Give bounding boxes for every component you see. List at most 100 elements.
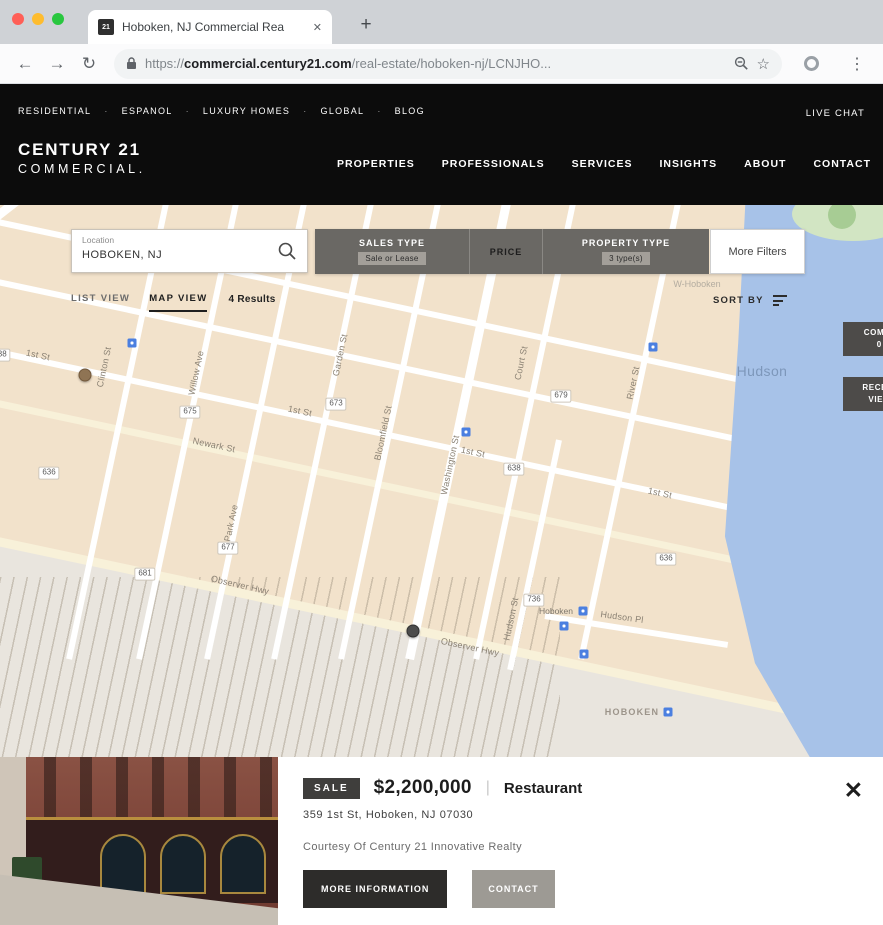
zoom-icon[interactable]	[734, 56, 749, 71]
sales-type-filter[interactable]: SALES TYPE Sale or Lease	[315, 229, 469, 274]
map-label-bloomfield-st: Bloomfield St	[372, 404, 394, 462]
transit-station-icon[interactable]	[559, 621, 569, 631]
century21-logo[interactable]: CENTURY 21 COMMERCIAL.	[18, 140, 146, 176]
transit-station-icon[interactable]	[578, 606, 588, 616]
transit-station-icon[interactable]	[663, 707, 673, 717]
forward-button[interactable]: →	[44, 54, 70, 74]
price-filter[interactable]: PRICE	[470, 229, 542, 274]
map-label-observer-hwy: Observer Hwy	[439, 635, 501, 659]
map-view[interactable]: Clinton St Willow Ave Garden St Park Ave Blo…	[0, 205, 883, 757]
route-shield-675: 675	[179, 405, 201, 419]
sales-type-value-badge: Sale or Lease	[358, 252, 426, 265]
browser-window: 21 Hoboken, NJ Commercial Rea ✕ + ← → ↻ …	[0, 0, 883, 925]
window-close-button[interactable]	[12, 13, 24, 25]
map-label-1st-st: 1st St	[25, 347, 51, 363]
new-tab-button[interactable]: +	[352, 11, 380, 39]
property-photo[interactable]	[0, 757, 278, 925]
map-label-hoboken: Hoboken	[538, 606, 574, 616]
courtesy-text: Courtesy Of Century 21 Innovative Realty	[303, 841, 522, 853]
map-label-1st-st: 1st St	[460, 444, 486, 460]
location-input[interactable]: HOBOKEN, NJ	[82, 249, 162, 261]
map-label-w-hoboken: W-Hoboken	[673, 279, 721, 289]
transit-station-icon[interactable]	[579, 649, 589, 659]
utility-nav-item-luxury-homes[interactable]: LUXURY HOMES	[203, 106, 321, 116]
main-nav: PROPERTIES PROFESSIONALS SERVICES INSIGHTS A…	[337, 158, 871, 170]
route-shield-679: 679	[550, 389, 572, 403]
map-label-clinton-st: Clinton St	[94, 345, 114, 389]
utility-nav-item-global[interactable]: GLOBAL	[321, 106, 395, 116]
route-shield-638: 638	[503, 462, 525, 476]
main-nav-item-insights[interactable]: INSIGHTS	[660, 158, 718, 170]
route-shield-636: 636	[655, 552, 677, 566]
sale-badge: SALE	[303, 777, 360, 799]
map-label-court-st: Court St	[512, 345, 530, 381]
url-path: /real-estate/hoboken-nj/LCNJHO...	[351, 56, 552, 71]
property-map-marker[interactable]	[406, 624, 420, 638]
property-details: SALE $2,200,000 | Restaurant 359 1st St,…	[278, 757, 883, 925]
main-nav-item-properties[interactable]: PROPERTIES	[337, 158, 415, 170]
transit-station-icon[interactable]	[127, 338, 137, 348]
sort-by-control[interactable]: SORT BY	[713, 295, 787, 306]
close-card-icon[interactable]: ✕	[844, 777, 863, 804]
live-chat-button[interactable]: LIVE CHAT	[806, 108, 865, 119]
map-label-newark-st: Newark St	[191, 435, 237, 455]
back-button[interactable]: ←	[12, 54, 38, 74]
main-nav-item-contact[interactable]: CONTACT	[813, 158, 871, 170]
sales-type-label: SALES TYPE	[358, 238, 425, 248]
utility-nav: RESIDENTIALESPANOLLUXURY HOMESGLOBALBLOG	[18, 106, 425, 116]
property-card: SALE $2,200,000 | Restaurant 359 1st St,…	[0, 757, 883, 925]
window-zoom-button[interactable]	[52, 13, 64, 25]
property-address: 359 1st St, Hoboken, NJ 07030	[303, 809, 474, 821]
utility-nav-item-residential[interactable]: RESIDENTIAL	[18, 106, 122, 116]
main-nav-item-about[interactable]: ABOUT	[744, 158, 786, 170]
search-icon[interactable]	[277, 241, 297, 266]
map-label-hudson-pl: Hudson Pl	[599, 609, 645, 625]
tab-close-icon[interactable]: ✕	[313, 21, 322, 34]
url-domain: commercial.century21.com	[184, 56, 352, 71]
utility-nav-item-blog[interactable]: BLOG	[395, 106, 425, 116]
map-label-willow-ave: Willow Ave	[186, 349, 206, 397]
utility-nav-item-espanol[interactable]: ESPANOL	[122, 106, 203, 116]
route-shield-636: 636	[38, 466, 60, 480]
map-label-observer-hwy: Observer Hwy	[209, 573, 271, 597]
logo-line1: CENTURY 21	[18, 140, 141, 159]
reload-button[interactable]: ↻	[76, 54, 102, 74]
location-search-box[interactable]: Location HOBOKEN, NJ	[71, 229, 308, 273]
compare-count: 0 / 4	[876, 340, 883, 349]
bookmark-star-icon[interactable]: ☆	[757, 55, 770, 73]
route-shield-681: 681	[134, 567, 156, 581]
photo-windows	[20, 757, 278, 817]
transit-station-icon[interactable]	[648, 342, 658, 352]
map-labels-layer: Clinton St Willow Ave Garden St Park Ave Blo…	[0, 205, 883, 757]
window-minimize-button[interactable]	[32, 13, 44, 25]
tab-map-view[interactable]: MAP VIEW	[149, 293, 208, 312]
tab-title: Hoboken, NJ Commercial Rea	[122, 20, 285, 34]
sort-by-label: SORT BY	[713, 295, 764, 306]
browser-tab[interactable]: 21 Hoboken, NJ Commercial Rea ✕	[88, 10, 332, 44]
main-nav-item-services[interactable]: SERVICES	[572, 158, 633, 170]
main-nav-item-professionals[interactable]: PROFESSIONALS	[442, 158, 545, 170]
compare-label: COMPARE	[863, 328, 883, 337]
more-information-button[interactable]: MORE INFORMATION	[303, 870, 448, 908]
route-shield-638: 638	[0, 348, 11, 362]
transit-station-icon[interactable]	[461, 427, 471, 437]
property-map-marker[interactable]	[78, 368, 92, 382]
contact-button[interactable]: CONTACT	[472, 870, 555, 908]
recently-viewed-tab[interactable]: RECENTLY VIEWED	[843, 377, 883, 411]
sort-icon	[772, 295, 787, 306]
location-label: Location	[82, 235, 115, 245]
compare-tab[interactable]: COMPARE 0 / 4	[843, 322, 883, 356]
water-label-hudson: Hudson	[736, 363, 788, 379]
map-label-river-st: River St	[624, 365, 642, 401]
map-label-park-ave: Park Ave	[222, 503, 240, 543]
tab-list-view[interactable]: LIST VIEW	[71, 293, 130, 310]
extension-icon[interactable]	[804, 56, 819, 71]
property-type-filter[interactable]: PROPERTY TYPE 3 type(s)	[543, 229, 709, 274]
url-text: https://commercial.century21.com/real-es…	[145, 56, 726, 71]
browser-menu-icon[interactable]: ⋮	[849, 54, 865, 74]
address-bar[interactable]: https://commercial.century21.com/real-es…	[114, 48, 782, 79]
property-price: $2,200,000	[373, 777, 472, 798]
more-filters-button[interactable]: More Filters	[710, 229, 805, 274]
divider: |	[485, 779, 490, 796]
recently-viewed-label1: RECENTLY	[862, 383, 883, 392]
